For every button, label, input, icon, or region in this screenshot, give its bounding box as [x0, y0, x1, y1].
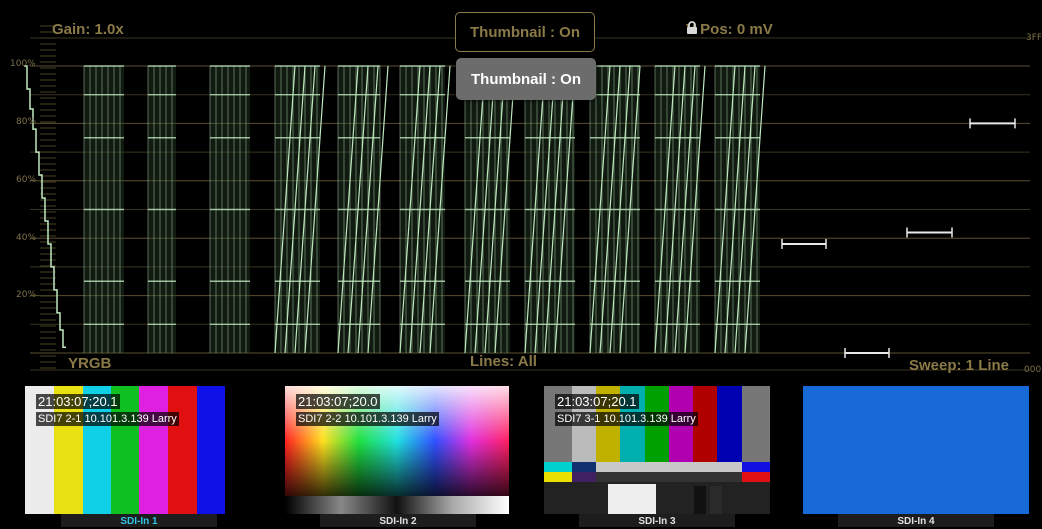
- thumbnail-sdi-in-2[interactable]: 21:03:07;20.0 SDI7 2-2 10.101.3.139 Larr…: [285, 386, 509, 514]
- timecode-1: 21:03:07;20.1: [36, 394, 120, 409]
- waveform-trace: [24, 65, 66, 349]
- tab-sdi-in-2[interactable]: SDI-In 2: [320, 514, 476, 527]
- thumbnail-tooltip: Thumbnail : On: [456, 58, 596, 100]
- colorspace-label[interactable]: YRGB: [68, 355, 111, 372]
- graticule-label-80: 80%: [16, 117, 37, 127]
- scale-top-label: 3FF: [1026, 33, 1042, 43]
- graticule-label-20: 20%: [16, 290, 37, 300]
- graticule-label-60: 60%: [16, 175, 37, 185]
- thumbnail-sdi-in-1[interactable]: 21:03:07;20.1 SDI7 2-1 10.101.3.139 Larr…: [25, 386, 225, 514]
- waveform-display[interactable]: 100% 80% 60% 40% 20% 3FF 000 Gain: 1.0x …: [0, 0, 1042, 380]
- timecode-2: 21:03:07;20.0: [296, 394, 380, 409]
- source-label-1: SDI7 2-1 10.101.3.139 Larry: [36, 412, 179, 426]
- waveform-trace-area: [24, 25, 1030, 371]
- graticule-label-40: 40%: [16, 233, 37, 243]
- vpos-value: V Pos: 0 mV: [686, 21, 773, 38]
- input-thumbnails: 21:03:07;20.1 SDI7 2-1 10.101.3.139 Larr…: [0, 380, 1042, 527]
- thumbnail-sdi-in-3[interactable]: 21:03:07;20.1 SDI7 3-1 10.101.3.139 Larr…: [544, 386, 770, 514]
- source-label-3: SDI7 3-1 10.101.3.139 Larry: [555, 412, 698, 426]
- lock-icon: [687, 21, 697, 34]
- gain-readout: Gain: 1.0x: [52, 21, 124, 38]
- tab-sdi-in-1[interactable]: SDI-In 1: [61, 514, 217, 527]
- timecode-3: 21:03:07;20.1: [555, 394, 639, 409]
- graticule-label-100: 100%: [10, 59, 36, 69]
- sweep-readout: Sweep: 1 Line: [909, 357, 1010, 374]
- vpos-readout: V Pos: 0 mV: [686, 21, 773, 38]
- source-label-2: SDI7 2-2 10.101.3.139 Larry: [296, 412, 439, 426]
- scale-bottom-label: 000: [1024, 365, 1042, 375]
- thumbnail-sdi-in-4[interactable]: [803, 386, 1029, 514]
- tab-sdi-in-4[interactable]: SDI-In 4: [838, 514, 994, 527]
- tab-sdi-in-3[interactable]: SDI-In 3: [579, 514, 735, 527]
- thumbnail-toggle-button[interactable]: Thumbnail : On: [455, 12, 595, 52]
- lines-readout: Lines: All: [470, 353, 537, 370]
